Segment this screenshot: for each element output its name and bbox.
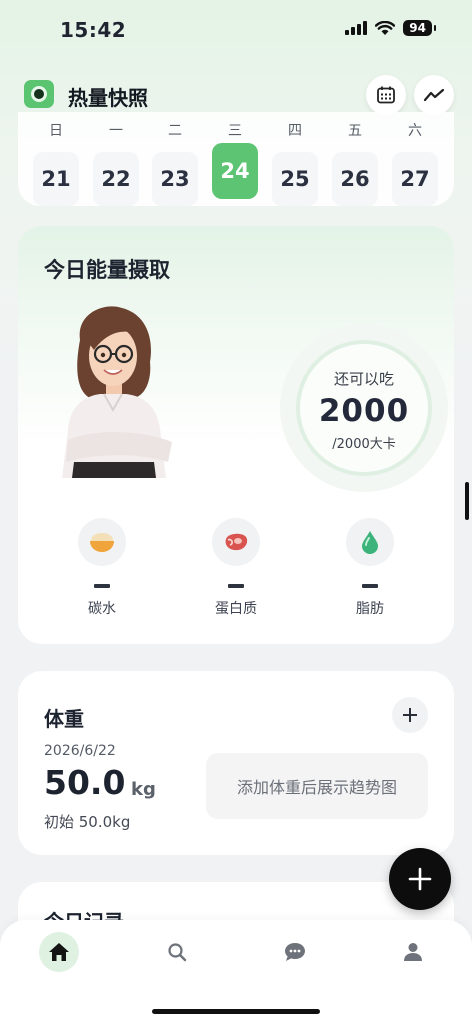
weight-unit: kg (131, 779, 156, 800)
weight-date: 2026/6/22 (44, 743, 116, 759)
macro-label: 蛋白质 (215, 601, 257, 617)
chat-icon (285, 943, 305, 961)
macro-value (228, 584, 244, 588)
add-weight-button[interactable] (392, 697, 428, 733)
week-strip: 日 21 一 22 二 23 三 24 四 25 五 26 六 27 (18, 112, 454, 206)
day-fri[interactable]: 五 26 (332, 112, 378, 206)
weight-trend-placeholder: 添加体重后展示趋势图 (206, 753, 428, 819)
oil-drop-icon (346, 518, 394, 566)
day-tue[interactable]: 二 23 (152, 112, 198, 206)
macro-value (94, 584, 110, 588)
day-label: 六 (408, 123, 422, 139)
meat-icon (212, 518, 260, 566)
home-indicator (152, 1009, 320, 1014)
day-date-selected: 24 (212, 143, 258, 199)
rice-bowl-icon (78, 518, 126, 566)
weight-title: 体重 (44, 707, 84, 731)
tab-chat[interactable] (275, 932, 315, 972)
day-label: 二 (168, 123, 182, 139)
energy-title: 今日能量摄取 (44, 258, 170, 282)
signal-icon (345, 21, 368, 35)
macro-value (362, 584, 378, 588)
home-icon (49, 943, 69, 961)
day-date: 22 (93, 152, 139, 206)
day-label: 五 (348, 123, 362, 139)
profile-icon (404, 943, 422, 961)
macro-carbs: 碳水 (62, 518, 142, 618)
macro-label: 碳水 (88, 601, 116, 617)
macro-protein: 蛋白质 (196, 518, 276, 618)
plus-icon (408, 867, 432, 891)
day-date: 21 (33, 152, 79, 206)
status-time: 15:42 (60, 18, 127, 42)
day-label: 日 (49, 123, 63, 139)
initial-weight: 初始 50.0kg (44, 813, 131, 831)
avatar-illustration (62, 306, 172, 478)
day-sat[interactable]: 六 27 (392, 112, 438, 206)
day-date: 25 (272, 152, 318, 206)
scroll-indicator[interactable] (465, 482, 469, 520)
camera-logo-icon (24, 80, 54, 108)
remaining-calories: 2000 (318, 393, 410, 429)
macro-fat: 脂肪 (330, 518, 410, 618)
trend-button[interactable] (414, 75, 454, 115)
trend-icon (423, 88, 445, 102)
status-icons: 94 (345, 20, 436, 36)
calorie-ring: 还可以吃 2000 /2000大卡 (296, 340, 432, 476)
app-title: 热量快照 (68, 86, 148, 110)
wifi-icon (375, 20, 396, 35)
plus-icon (403, 708, 417, 722)
weight-card: 体重 2026/6/22 50.0 kg 初始 50.0kg 添加体重后展示趋势… (18, 671, 454, 855)
add-record-button[interactable] (389, 848, 451, 910)
battery-indicator: 94 (403, 20, 436, 36)
search-icon (168, 943, 187, 962)
day-date: 27 (392, 152, 438, 206)
weight-value: 50.0 (44, 763, 126, 802)
day-label: 一 (109, 123, 123, 139)
day-wed[interactable]: 三 24 (212, 112, 258, 199)
day-date: 26 (332, 152, 378, 206)
calendar-icon (377, 86, 395, 104)
macro-label: 脂肪 (356, 601, 384, 617)
tab-search[interactable] (157, 932, 197, 972)
day-label: 三 (228, 123, 242, 139)
day-date: 23 (152, 152, 198, 206)
energy-card: 今日能量摄取 还可以吃 2000 /2000大卡 碳水 蛋白质 脂肪 (18, 226, 454, 644)
day-mon[interactable]: 一 22 (93, 112, 139, 206)
tab-home[interactable] (39, 932, 79, 972)
day-sun[interactable]: 日 21 (33, 112, 79, 206)
day-label: 四 (288, 123, 302, 139)
ring-label: 还可以吃 (333, 370, 394, 388)
tab-bar (0, 920, 472, 1024)
calendar-button[interactable] (366, 75, 406, 115)
tab-profile[interactable] (393, 932, 433, 972)
calorie-goal: /2000大卡 (332, 437, 396, 452)
day-thu[interactable]: 四 25 (272, 112, 318, 206)
